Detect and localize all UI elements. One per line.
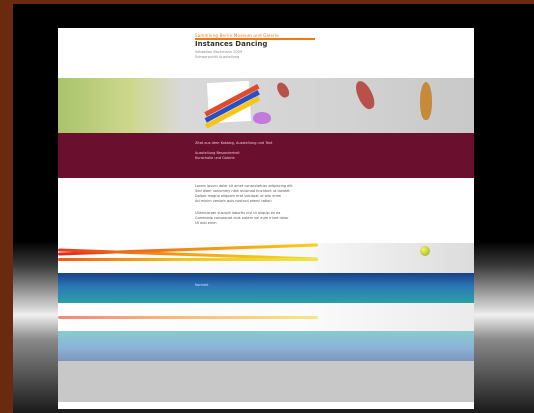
quote-line-1: Zitat aus dem Katalog, Ausstellung und T… — [195, 141, 273, 145]
body-line: Ut wisi enim — [195, 221, 217, 225]
quote-band: Zitat aus dem Katalog, Ausstellung und T… — [58, 133, 474, 178]
quote-line-3: Kunsthalle und Galerie — [195, 156, 235, 160]
contact-link[interactable]: Kontakt — [195, 283, 208, 287]
body-line: Lorem ipsum dolor sit amet consectetuer … — [195, 184, 293, 188]
body-line: Ullamcorper suscipit lobortis nisl ut al… — [195, 211, 281, 215]
body-line: Commodo consequat duis autem vel eum iri… — [195, 216, 289, 220]
reflection — [58, 303, 474, 361]
artwork-tile — [204, 80, 261, 129]
header-artwork — [58, 78, 474, 133]
contact-band[interactable]: Kontakt — [58, 273, 474, 303]
footprint-shape — [274, 80, 292, 100]
header-sub-1: Sebastian Bachmann 2009 — [195, 50, 243, 54]
body-line: Dolore magna aliquam erat volutpat ut wi… — [195, 194, 282, 198]
page-header: Sammlung Berlin Museum und Galerie Insta… — [58, 28, 474, 78]
page-title: Instances Dancing — [195, 40, 268, 48]
header-sub-2: Schwerpunkt Ausstellung — [195, 55, 240, 59]
text-section: Lorem ipsum dolor sit amet consectetuer … — [58, 178, 474, 243]
wave-band — [58, 243, 474, 273]
ball-icon — [420, 246, 430, 256]
footprint-shape — [253, 112, 271, 124]
body-line: Sed diam nonummy nibh euismod tincidunt … — [195, 189, 290, 193]
quote-line-2: Ausstellung Besonderheit — [195, 151, 240, 155]
footprint-shape — [420, 82, 432, 120]
lower-reflection — [58, 361, 474, 402]
webpage: Sammlung Berlin Museum und Galerie Insta… — [58, 28, 474, 409]
footprint-shape — [352, 78, 378, 112]
body-line: Ad minim veniam quis nostrud exerci tati… — [195, 199, 272, 203]
